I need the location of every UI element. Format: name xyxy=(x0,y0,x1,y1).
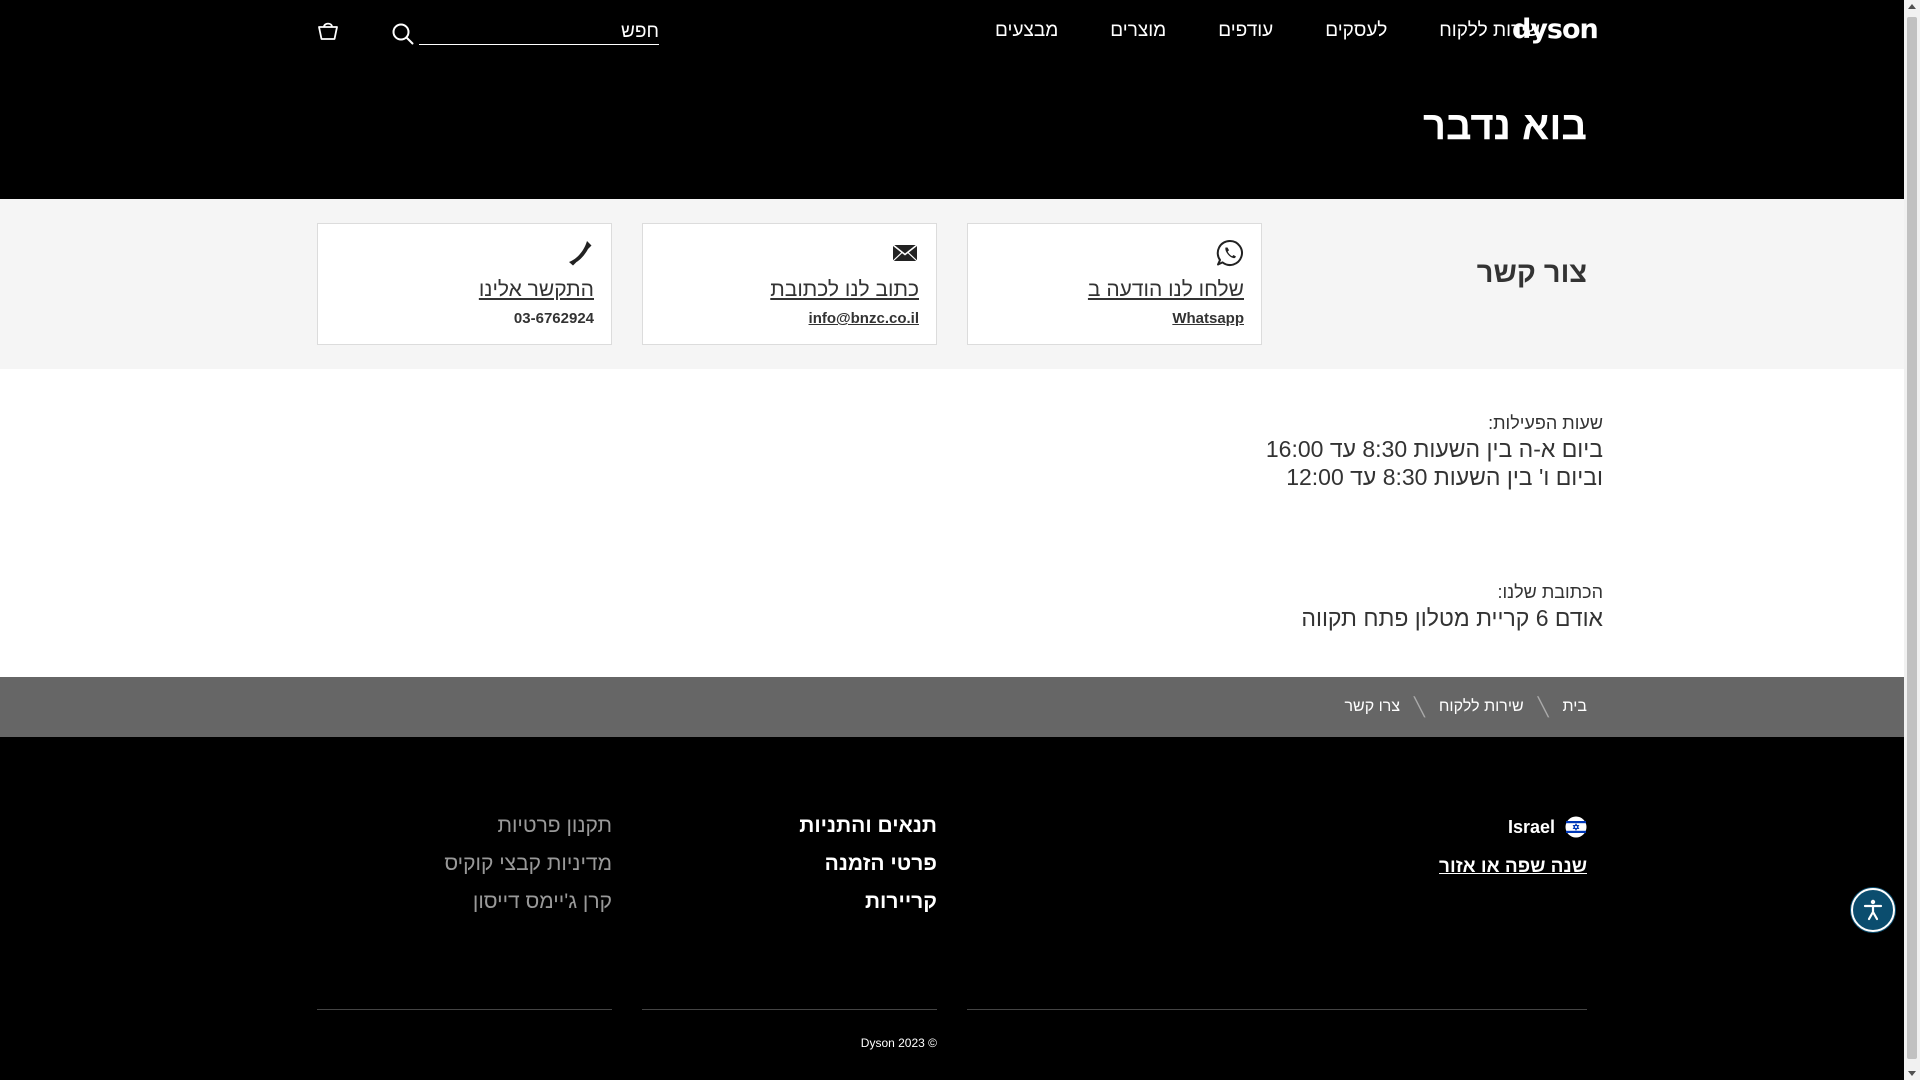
accessibility-button[interactable] xyxy=(1851,888,1895,932)
country-name: Israel xyxy=(1507,817,1555,837)
breadcrumb: בית ╲ שירות ללקוח ╲ צרו קשר xyxy=(1345,696,1588,718)
scrollbar-thumb[interactable] xyxy=(1907,17,1917,1059)
site-header: dyson מבצעים מוצרים עודפים לעסקים שירות … xyxy=(0,0,1904,199)
israel-flag-icon xyxy=(1565,816,1587,838)
main-nav: מבצעים מוצרים עודפים לעסקים שירות ללקוח xyxy=(995,19,1540,43)
breadcrumb-contact[interactable]: צרו קשר xyxy=(1345,696,1401,718)
footer-link-foundation[interactable]: קרן ג'יימס דייסון xyxy=(317,883,612,921)
footer-link-careers[interactable]: קריירות xyxy=(642,883,937,921)
search-bar xyxy=(391,19,659,45)
site-footer: Israel שנה שפה או אזור תנאים והתניות פרט… xyxy=(0,737,1904,1080)
opening-hours: שעות הפעילות: ביום א-ה בין השעות 8:30 עד… xyxy=(1266,411,1603,491)
nav-item-surplus[interactable]: עודפים xyxy=(1218,19,1273,43)
scroll-down-arrow-icon[interactable] xyxy=(1908,1071,1916,1076)
nav-item-deals[interactable]: מבצעים xyxy=(995,19,1058,43)
scroll-up-arrow-icon[interactable] xyxy=(1908,4,1916,9)
page-title: בוא נדבר xyxy=(1422,104,1587,148)
nav-item-products[interactable]: מוצרים xyxy=(1110,19,1166,43)
copyright: Dyson 2023 © xyxy=(860,1036,937,1050)
whatsapp-icon xyxy=(1216,239,1243,266)
nav-item-business[interactable]: לעסקים xyxy=(1325,19,1387,43)
nav-item-customer-service[interactable]: שירות ללקוח xyxy=(1439,19,1540,43)
search-icon[interactable] xyxy=(391,22,415,46)
footer-link-privacy[interactable]: תקנון פרטיות xyxy=(317,807,612,845)
breadcrumb-customer-service[interactable]: שירות ללקוח xyxy=(1439,696,1524,718)
opening-hours-label: שעות הפעילות: xyxy=(1488,413,1603,433)
footer-links-secondary: תקנון פרטיות מדיניות קבצי קוקיס קרן ג'יי… xyxy=(317,807,612,921)
envelope-icon xyxy=(892,244,918,262)
footer-link-order-details[interactable]: פרטי הזמנה xyxy=(642,845,937,883)
address-line: אודם 6 קריית מטלון פתח תקווה xyxy=(1301,605,1603,631)
footer-link-terms[interactable]: תנאים והתניות xyxy=(642,807,937,845)
search-input[interactable] xyxy=(419,19,659,45)
breadcrumb-home[interactable]: בית xyxy=(1563,696,1587,718)
phone-card: התקשר אלינו 03-6762924 xyxy=(317,223,612,345)
email-card: כתוב לנו לכתובת info@bnzc.co.il xyxy=(642,223,937,345)
breadcrumb-separator: ╲ xyxy=(1414,697,1425,717)
footer-divider xyxy=(967,1009,1587,1010)
footer-divider xyxy=(642,1009,937,1010)
accessibility-icon xyxy=(1863,899,1883,921)
footer-link-cookies[interactable]: מדיניות קבצי קוקיס xyxy=(317,845,612,883)
region-selector: Israel שנה שפה או אזור xyxy=(1439,815,1587,879)
basket-icon[interactable] xyxy=(316,19,340,43)
phone-link[interactable]: התקשר אלינו xyxy=(479,276,594,304)
scrollbar[interactable] xyxy=(1904,0,1920,1080)
opening-hours-line: וביום ו' בין השעות 8:30 עד 12:00 xyxy=(1286,464,1603,490)
contact-heading: צור קשר xyxy=(1476,257,1587,289)
phone-number: 03-6762924 xyxy=(513,310,594,327)
footer-divider xyxy=(317,1009,612,1010)
change-region-link[interactable]: שנה שפה או אזור xyxy=(1439,855,1587,879)
breadcrumb-bar: בית ╲ שירות ללקוח ╲ צרו קשר xyxy=(0,677,1904,737)
email-link[interactable]: כתוב לנו לכתובת xyxy=(770,276,919,304)
address-block: הכתובת שלנו: אודם 6 קריית מטלון פתח תקוו… xyxy=(1301,580,1603,632)
contact-section: צור קשר שלחו לנו הודעה ב Whatsapp כתוב ל… xyxy=(0,199,1904,369)
address-label: הכתובת שלנו: xyxy=(1497,582,1603,602)
footer-links-primary: תנאים והתניות פרטי הזמנה קריירות xyxy=(642,807,937,921)
phone-icon xyxy=(569,241,592,266)
opening-hours-line: ביום א-ה בין השעות 8:30 עד 16:00 xyxy=(1265,436,1603,462)
whatsapp-detail-link[interactable]: Whatsapp xyxy=(1172,309,1244,329)
whatsapp-card: שלחו לנו הודעה ב Whatsapp xyxy=(967,223,1262,345)
email-address-link[interactable]: info@bnzc.co.il xyxy=(809,309,919,329)
whatsapp-link[interactable]: שלחו לנו הודעה ב xyxy=(1088,276,1244,304)
breadcrumb-separator: ╲ xyxy=(1537,697,1549,717)
